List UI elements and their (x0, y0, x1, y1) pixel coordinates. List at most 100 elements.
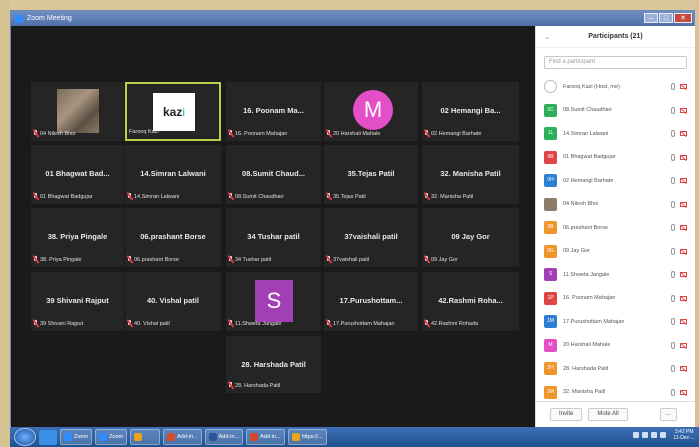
tray-icon[interactable] (633, 432, 640, 438)
video-tile[interactable]: 06.prashant Borse 06.prashant Borse (125, 208, 221, 267)
video-tile[interactable]: 01 Bhagwat Bad... 01 Bhagwat Badgujar (31, 145, 124, 204)
start-button[interactable] (14, 428, 36, 446)
microphone-icon[interactable] (671, 271, 675, 279)
participant-name: 28. Harshada Patil (563, 365, 609, 372)
video-off-icon[interactable] (680, 201, 687, 207)
video-tile[interactable]: 42.Rashmi Roha... 42.Rashmi Rohada (422, 272, 519, 331)
muted-mic-icon (33, 256, 38, 263)
collapse-panel-icon[interactable]: ⌄ (544, 33, 550, 41)
video-tile[interactable]: 37vaishali patil 37vaishali patil (324, 208, 418, 267)
video-off-icon[interactable] (680, 84, 687, 90)
participant-avatar: 0B (544, 221, 557, 235)
more-options-button[interactable]: ... (659, 408, 677, 421)
video-off-icon[interactable] (680, 295, 687, 301)
minimize-button[interactable]: – (644, 13, 658, 23)
microphone-icon[interactable] (671, 294, 675, 302)
taskbar-app-button[interactable] (130, 429, 161, 445)
video-off-icon[interactable] (680, 248, 687, 254)
tray-icon[interactable] (660, 432, 667, 438)
video-tile[interactable]: 39 Shivani Rajput 39 Shivani Rajput (31, 272, 124, 331)
participant-list-item[interactable]: 1M 17.Purushottam Mahajan (536, 310, 695, 334)
participant-list-item[interactable]: 2H 28. Harshada Patil (536, 357, 695, 381)
video-tile[interactable]: S 11.Shweta Jangale (226, 272, 321, 331)
tile-name-label: 02 Hemangi Barhate (424, 129, 517, 138)
microphone-icon[interactable] (671, 341, 675, 349)
participants-footer: Invite Mute All ... (536, 401, 695, 427)
video-off-icon[interactable] (680, 107, 687, 113)
microphone-icon[interactable] (671, 224, 675, 232)
video-off-icon[interactable] (680, 178, 687, 184)
participant-status-icons (671, 271, 687, 279)
participant-list-item[interactable]: 0B 01 Bhagwat Badgujar (536, 146, 695, 170)
video-tile[interactable]: 09 Jay Gor 09 Jay Gor (422, 208, 519, 267)
video-tile[interactable]: 34 Tushar patil 34 Tushar patil (226, 208, 321, 267)
maximize-button[interactable]: □ (659, 13, 673, 23)
participant-photo (57, 89, 99, 133)
video-off-icon[interactable] (680, 272, 687, 278)
tile-label-text: 34 Tushar patil (235, 256, 272, 263)
microphone-icon[interactable] (671, 388, 675, 396)
participant-avatar: 2H (544, 362, 557, 376)
microphone-icon[interactable] (671, 318, 675, 326)
mute-all-button[interactable]: Mute All (588, 408, 628, 421)
video-off-icon[interactable] (680, 225, 687, 231)
tray-icon[interactable] (642, 432, 649, 438)
invite-button[interactable]: Invite (550, 408, 583, 421)
participant-list-item[interactable]: S 11.Shweta Jangale (536, 263, 695, 287)
app-icon (167, 433, 176, 441)
video-off-icon[interactable] (680, 366, 687, 372)
microphone-icon[interactable] (671, 247, 675, 255)
video-tile[interactable]: 28. Harshada Patil 28. Harshada Patil (226, 336, 321, 393)
microphone-icon[interactable] (671, 177, 675, 185)
participant-list-item[interactable]: M 20 Harshali Mahale (536, 334, 695, 358)
participant-list-item[interactable]: 1P 16. Poonam Mahajan (536, 287, 695, 311)
video-tile[interactable]: 08.Sumit Chaud... 08.Sumit Chaudhari (226, 145, 321, 204)
participant-list-item[interactable]: 0B 06.prashant Borse (536, 216, 695, 240)
close-button[interactable]: ✕ (674, 13, 692, 23)
video-tile[interactable]: 32. Manisha Patil 32. Manisha Patil (422, 145, 519, 204)
participant-list-item[interactable]: 0H 02 Hemangi Barhate (536, 169, 695, 193)
tray-icon[interactable] (651, 432, 658, 438)
participant-status-icons (671, 200, 687, 208)
video-off-icon[interactable] (680, 154, 687, 160)
microphone-icon[interactable] (671, 130, 675, 138)
participant-search-input[interactable]: Find a participant (544, 56, 687, 69)
video-tile[interactable]: 04 Nilesh Bhoi (31, 82, 124, 141)
video-tile[interactable]: 40. Vishal patil 40. Vishal patil (125, 272, 221, 331)
microphone-icon[interactable] (671, 83, 675, 91)
microphone-icon[interactable] (671, 365, 675, 373)
participant-list-item[interactable]: 04 Nilesh Bhoi (536, 193, 695, 217)
taskbar-app-button[interactable]: Add-in... (246, 429, 285, 445)
taskbar-app-button[interactable]: Zoom (60, 429, 93, 445)
participant-status-icons (671, 388, 687, 396)
video-off-icon[interactable] (680, 389, 687, 395)
taskbar-app-button[interactable]: Zoom (95, 429, 128, 445)
video-tile[interactable]: 14.Simran Lalwani 14.Simran Lalwani (125, 145, 221, 204)
participant-list-item[interactable]: 1L 14.Simran Lalwani (536, 122, 695, 146)
tile-label-text: 20 Harshali Mahale (333, 130, 381, 137)
ie-icon[interactable] (39, 429, 57, 445)
video-off-icon[interactable] (680, 319, 687, 325)
microphone-icon[interactable] (671, 153, 675, 161)
muted-mic-icon (33, 193, 38, 200)
participant-list-item[interactable]: 0G 09 Jay Gor (536, 240, 695, 264)
video-tile[interactable]: kaz i Farooq Kazi (125, 82, 221, 141)
video-tile[interactable]: 35.Tejas Patil 35.Tejas Patil (324, 145, 418, 204)
microphone-icon[interactable] (671, 106, 675, 114)
microphone-icon[interactable] (671, 200, 675, 208)
video-off-icon[interactable] (680, 131, 687, 137)
clock[interactable]: 3:42 PM 11-Dec-... (673, 429, 695, 441)
video-tile[interactable]: 16. Poonam Ma... 16. Poonam Mahajan (226, 82, 321, 141)
video-tile[interactable]: 02 Hemangi Ba... 02 Hemangi Barhate (422, 82, 519, 141)
video-tile[interactable]: 17.Purushottam... 17.Purushottam Mahajan (324, 272, 418, 331)
participant-list-item[interactable]: Farooq Kazi (Host, me) (536, 75, 695, 99)
participant-list-item[interactable]: 0C 08.Sumit Chaudhari (536, 99, 695, 123)
taskbar-app-button[interactable]: Add-in... (204, 429, 244, 445)
tile-label-text: 02 Hemangi Barhate (431, 130, 482, 137)
video-tile[interactable]: 38. Priya Pingale 38. Priya Pingale (31, 208, 124, 267)
video-tile[interactable]: M 20 Harshali Mahale (324, 82, 418, 141)
video-off-icon[interactable] (680, 342, 687, 348)
taskbar-app-button[interactable]: https://... (287, 429, 327, 445)
taskbar-app-button[interactable]: Add-in... (163, 429, 202, 445)
participant-avatar (544, 80, 557, 94)
